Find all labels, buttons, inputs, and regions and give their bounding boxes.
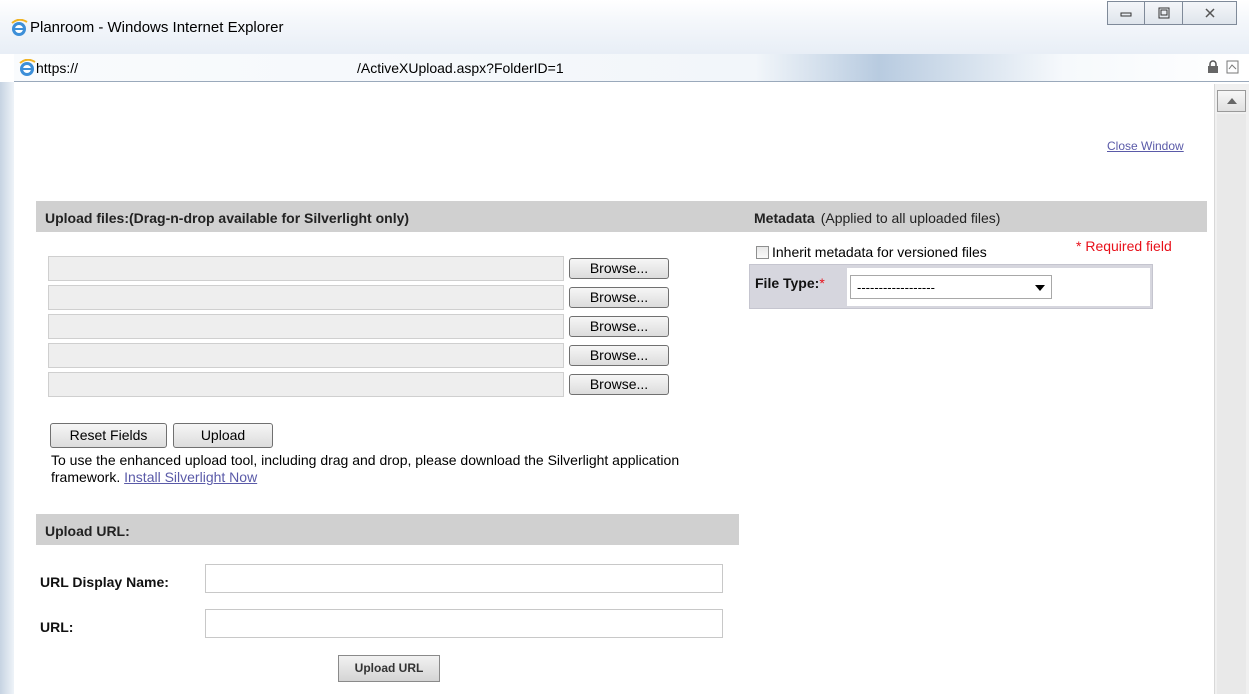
scroll-up-button[interactable]: [1217, 90, 1246, 112]
window-controls: [1107, 1, 1237, 25]
install-silverlight-link[interactable]: Install Silverlight Now: [124, 469, 257, 485]
file-path-input[interactable]: [48, 343, 564, 368]
inherit-metadata-checkbox[interactable]: [756, 245, 769, 259]
url-input[interactable]: [205, 609, 723, 638]
window-title: Planroom - Windows Internet Explorer: [30, 19, 284, 36]
window-frame-left: [0, 82, 14, 694]
url-display-name-input[interactable]: [205, 564, 723, 593]
address-protocol: https://: [36, 60, 79, 76]
metadata-header: Metadata (Applied to all uploaded files): [747, 201, 1207, 232]
required-star: *: [819, 275, 825, 291]
file-type-label: File Type:*: [755, 275, 825, 291]
minimize-button[interactable]: [1107, 1, 1145, 25]
minimize-icon: [1120, 12, 1132, 17]
title-bar: Planroom - Windows Internet Explorer: [0, 0, 1249, 54]
file-path-input[interactable]: [48, 256, 564, 281]
inherit-metadata-option[interactable]: Inherit metadata for versioned files: [756, 244, 987, 260]
url-label: URL:: [40, 619, 74, 635]
scroll-up-arrow-icon: [1226, 98, 1237, 104]
close-icon: [1204, 8, 1215, 18]
file-path-input[interactable]: [48, 285, 564, 310]
close-button[interactable]: [1183, 1, 1237, 25]
file-path-input[interactable]: [48, 314, 564, 339]
lock-icon[interactable]: [1207, 60, 1219, 74]
file-type-cell: ------------------: [847, 268, 1150, 306]
address-path: /ActiveXUpload.aspx?FolderID=1: [357, 60, 564, 76]
close-window-link[interactable]: Close Window: [1107, 139, 1184, 153]
browse-button[interactable]: Browse...: [569, 345, 669, 366]
file-path-input[interactable]: [48, 372, 564, 397]
file-type-selected-value: ------------------: [857, 280, 935, 295]
address-bar[interactable]: https:// /ActiveXUpload.aspx?FolderID=1: [14, 54, 1249, 82]
browse-button[interactable]: Browse...: [569, 374, 669, 395]
browse-button[interactable]: Browse...: [569, 258, 669, 279]
ie-page-icon: [19, 59, 36, 76]
inherit-metadata-label: Inherit metadata for versioned files: [772, 244, 987, 260]
file-type-select[interactable]: ------------------: [850, 275, 1052, 299]
upload-files-header: Upload files:(Drag-n-drop available for …: [36, 201, 750, 232]
browse-button[interactable]: Browse...: [569, 316, 669, 337]
metadata-title: Metadata: [754, 210, 815, 226]
file-type-row: File Type:* ------------------: [749, 264, 1153, 309]
scroll-track[interactable]: [1217, 114, 1246, 694]
ie-window: Planroom - Windows Internet Explorer htt…: [0, 0, 1249, 694]
silverlight-info: To use the enhanced upload tool, includi…: [51, 452, 751, 486]
page-content: Close Window Upload files:(Drag-n-drop a…: [14, 84, 1214, 694]
compatibility-view-icon[interactable]: [1226, 60, 1239, 74]
url-display-name-label: URL Display Name:: [40, 574, 169, 590]
vertical-scrollbar[interactable]: [1214, 84, 1249, 694]
upload-url-header: Upload URL:: [36, 514, 739, 545]
maximize-button[interactable]: [1145, 1, 1183, 25]
upload-url-button[interactable]: Upload URL: [338, 655, 440, 682]
browse-button[interactable]: Browse...: [569, 287, 669, 308]
ie-icon: [11, 19, 28, 36]
maximize-icon: [1158, 7, 1169, 19]
metadata-subtitle: (Applied to all uploaded files): [820, 210, 1001, 226]
dropdown-arrow-icon: [1035, 285, 1045, 291]
required-field-note: * Required field: [1076, 238, 1172, 254]
reset-fields-button[interactable]: Reset Fields: [50, 423, 167, 448]
upload-button[interactable]: Upload: [173, 423, 273, 448]
